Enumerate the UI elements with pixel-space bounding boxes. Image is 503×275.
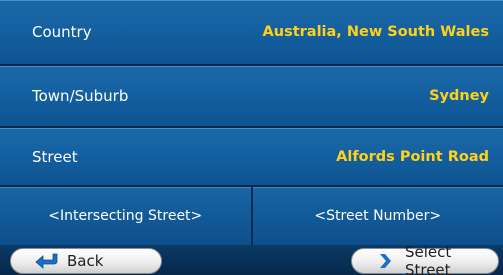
select-street-button[interactable]: Select Street [351, 243, 499, 275]
street-value: Alfords Point Road [336, 148, 489, 165]
intersecting-street-button[interactable]: <Intersecting Street> [0, 187, 253, 245]
country-value: Australia, New South Wales [262, 24, 489, 40]
back-button[interactable]: Back [10, 248, 162, 274]
back-button-label: Back [67, 252, 104, 270]
secondary-fields: <Intersecting Street> <Street Number> [0, 187, 503, 245]
town-suburb-value: Sydney [429, 88, 489, 104]
country-label: Country [32, 23, 92, 41]
street-number-button[interactable]: <Street Number> [252, 187, 503, 245]
town-suburb-label: Town/Suburb [32, 87, 129, 105]
bottom-bar: Back Select Street [0, 243, 503, 275]
street-number-label: <Street Number> [314, 208, 442, 224]
back-arrow-icon [33, 251, 61, 271]
street-search-screen: Country Australia, New South Wales Town/… [0, 0, 503, 275]
town-suburb-row[interactable]: Town/Suburb Sydney [0, 66, 503, 128]
street-label: Street [32, 147, 78, 166]
country-row[interactable]: Country Australia, New South Wales [0, 0, 503, 66]
street-row[interactable]: Street Alfords Point Road [0, 128, 503, 187]
intersecting-street-label: <Intersecting Street> [48, 208, 203, 224]
chevron-right-icon [372, 251, 399, 271]
select-street-button-label: Select Street [404, 243, 452, 275]
